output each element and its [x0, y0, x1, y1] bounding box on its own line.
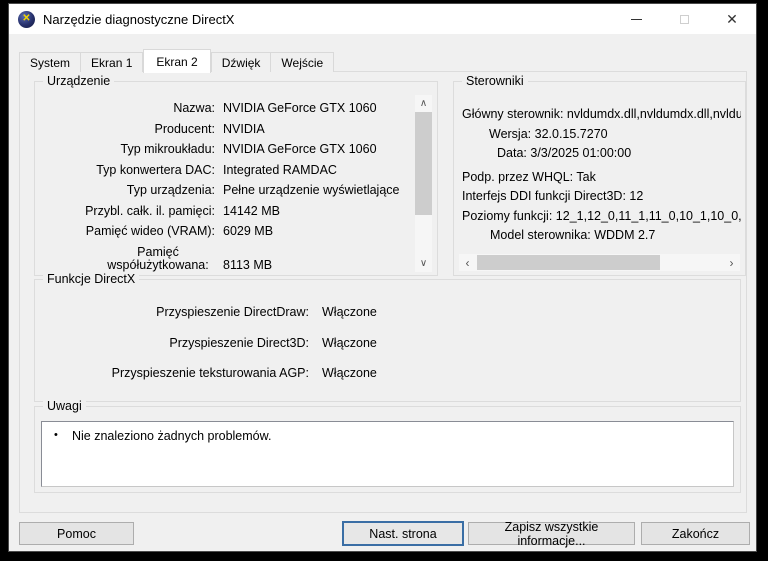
tab-strip: System Ekran 1 Ekran 2 Dźwięk Wejście: [19, 48, 334, 72]
minimize-button[interactable]: [612, 4, 660, 34]
exit-button[interactable]: Zakończ: [641, 522, 750, 545]
device-row-chip-type: Typ mikroukładu: NVIDIA GeForce GTX 1060: [43, 143, 407, 157]
device-row-name: Nazwa: NVIDIA GeForce GTX 1060: [43, 102, 407, 116]
driver-row-label: Główny sterownik:: [462, 108, 563, 121]
device-row-label: Nazwa:: [43, 102, 215, 116]
bullet-icon: •: [54, 429, 72, 443]
notes-textbox[interactable]: • Nie znaleziono żadnych problemów.: [41, 421, 734, 487]
device-row-label: Typ konwertera DAC:: [43, 164, 215, 178]
device-row-label: Producent:: [43, 123, 215, 137]
window-controls: ✕: [612, 4, 756, 34]
device-row-value: Pełne urządzenie wyświetlające: [223, 184, 407, 198]
driver-row-version: Wersja: 32.0.15.7270: [462, 128, 741, 142]
device-row-label: Pamięć wideo (VRAM):: [43, 225, 215, 239]
driver-row-whql: Podp. przez WHQL: Tak: [462, 171, 741, 185]
feature-row-directdraw: Przyspieszenie DirectDraw: Włączone: [43, 306, 732, 320]
drivers-group-legend: Sterowniki: [462, 74, 528, 88]
device-row-value: NVIDIA: [223, 123, 407, 137]
directx-features-group: Funkcje DirectX Przyspieszenie DirectDra…: [34, 279, 741, 402]
tab-ekran-2[interactable]: Ekran 2: [143, 49, 210, 73]
close-icon: ✕: [726, 12, 738, 26]
driver-row-main-driver: Główny sterownik: nvldumdx.dll,nvldumdx.…: [462, 108, 741, 122]
feature-row-value: Włączone: [322, 306, 732, 320]
device-group: Urządzenie Nazwa: NVIDIA GeForce GTX 106…: [34, 81, 438, 276]
drivers-horizontal-scrollbar[interactable]: ‹ ›: [459, 254, 740, 271]
feature-row-agp-texture: Przyspieszenie teksturowania AGP: Włączo…: [43, 367, 732, 381]
close-button[interactable]: ✕: [708, 4, 756, 34]
driver-row-value: 12: [629, 189, 643, 203]
horizontal-scroll-thumb[interactable]: [477, 255, 660, 270]
device-row-total-memory: Przybl. całk. il. pamięci: 14142 MB: [43, 205, 407, 219]
note-text: Nie znaleziono żadnych problemów.: [72, 429, 271, 443]
device-row-manufacturer: Producent: NVIDIA: [43, 123, 407, 137]
scroll-up-icon[interactable]: ∧: [415, 95, 432, 112]
tab-system[interactable]: System: [19, 52, 81, 72]
drivers-group: Sterowniki Główny sterownik: nvldumdx.dl…: [453, 81, 746, 276]
device-rows: Nazwa: NVIDIA GeForce GTX 1060 Producent…: [43, 102, 407, 280]
drivers-rows: Główny sterownik: nvldumdx.dll,nvldumdx.…: [462, 108, 741, 249]
minimize-icon: [631, 19, 642, 20]
maximize-icon: [680, 15, 689, 24]
features-group-legend: Funkcje DirectX: [43, 272, 139, 286]
driver-row-driver-model: Model sterownika: WDDM 2.7: [462, 229, 741, 243]
device-row-shared-memory: Pamięć współużytkowana: 8113 MB: [43, 246, 407, 273]
device-row-label: Pamięć współużytkowana:: [101, 246, 215, 273]
save-all-information-button[interactable]: Zapisz wszystkie informacje...: [468, 522, 635, 545]
feature-row-value: Włączone: [322, 337, 732, 351]
device-row-value: Integrated RAMDAC: [223, 164, 407, 178]
features-rows: Przyspieszenie DirectDraw: Włączone Przy…: [43, 306, 732, 398]
device-row-value: 8113 MB: [223, 259, 407, 273]
device-row-value: 14142 MB: [223, 205, 407, 219]
help-button[interactable]: Pomoc: [19, 522, 134, 545]
device-row-value: NVIDIA GeForce GTX 1060: [223, 143, 407, 157]
driver-row-date: Data: 3/3/2025 01:00:00: [462, 147, 741, 161]
device-row-label: Typ urządzenia:: [43, 184, 215, 198]
driver-row-label: Model sterownika:: [490, 228, 591, 242]
driver-row-label: Interfejs DDI funkcji Direct3D:: [462, 189, 626, 203]
driver-row-label: Poziomy funkcji:: [462, 209, 552, 223]
driver-row-value: Tak: [576, 170, 595, 184]
driver-row-value: 3/3/2025 01:00:00: [530, 146, 631, 160]
feature-row-value: Włączone: [322, 367, 732, 381]
vertical-scroll-thumb[interactable]: [415, 112, 432, 215]
driver-row-value: nvldumdx.dll,nvldumdx.dll,nvldumdx.dll: [567, 108, 741, 121]
maximize-button: [660, 4, 708, 34]
driver-row-feature-levels: Poziomy funkcji: 12_1,12_0,11_1,11_0,10_…: [462, 210, 741, 224]
dxdiag-window: ✕ Narzędzie diagnostyczne DirectX ✕ Syst…: [8, 3, 757, 552]
driver-row-ddi: Interfejs DDI funkcji Direct3D: 12: [462, 190, 741, 204]
scroll-right-icon[interactable]: ›: [723, 254, 740, 271]
driver-row-value: WDDM 2.7: [594, 228, 655, 242]
device-row-device-type: Typ urządzenia: Pełne urządzenie wyświet…: [43, 184, 407, 198]
dxdiag-app-icon: ✕: [18, 11, 35, 28]
device-row-label: Przybl. całk. il. pamięci:: [43, 205, 215, 219]
driver-row-value: 12_1,12_0,11_1,11_0,10_1,10_0,9_3: [556, 209, 741, 223]
notes-group-legend: Uwagi: [43, 399, 86, 413]
notes-group: Uwagi • Nie znaleziono żadnych problemów…: [34, 406, 741, 493]
driver-row-label: Wersja:: [489, 127, 531, 141]
device-group-legend: Urządzenie: [43, 74, 114, 88]
tab-wejscie[interactable]: Wejście: [271, 52, 334, 72]
feature-row-label: Przyspieszenie Direct3D:: [43, 337, 309, 351]
feature-row-label: Przyspieszenie teksturowania AGP:: [43, 367, 309, 381]
feature-row-label: Przyspieszenie DirectDraw:: [43, 306, 309, 320]
note-item: • Nie znaleziono żadnych problemów.: [42, 422, 733, 443]
feature-row-direct3d: Przyspieszenie Direct3D: Włączone: [43, 337, 732, 351]
driver-row-value: 32.0.15.7270: [535, 127, 608, 141]
driver-row-label: Podp. przez WHQL:: [462, 170, 573, 184]
device-vertical-scrollbar[interactable]: ∧ ∨: [415, 95, 432, 272]
tab-dzwiek[interactable]: Dźwięk: [211, 52, 272, 72]
next-page-button[interactable]: Nast. strona: [342, 521, 464, 546]
device-row-vram: Pamięć wideo (VRAM): 6029 MB: [43, 225, 407, 239]
scroll-down-icon[interactable]: ∨: [415, 255, 432, 272]
title-bar: ✕ Narzędzie diagnostyczne DirectX ✕: [9, 4, 756, 34]
device-row-value: 6029 MB: [223, 225, 407, 239]
window-title: Narzędzie diagnostyczne DirectX: [43, 12, 234, 27]
driver-row-label: Data:: [497, 146, 527, 160]
device-row-value: NVIDIA GeForce GTX 1060: [223, 102, 407, 116]
scroll-left-icon[interactable]: ‹: [459, 254, 476, 271]
device-row-dac-type: Typ konwertera DAC: Integrated RAMDAC: [43, 164, 407, 178]
device-row-label: Typ mikroukładu:: [43, 143, 215, 157]
tab-ekran-1[interactable]: Ekran 1: [81, 52, 143, 72]
